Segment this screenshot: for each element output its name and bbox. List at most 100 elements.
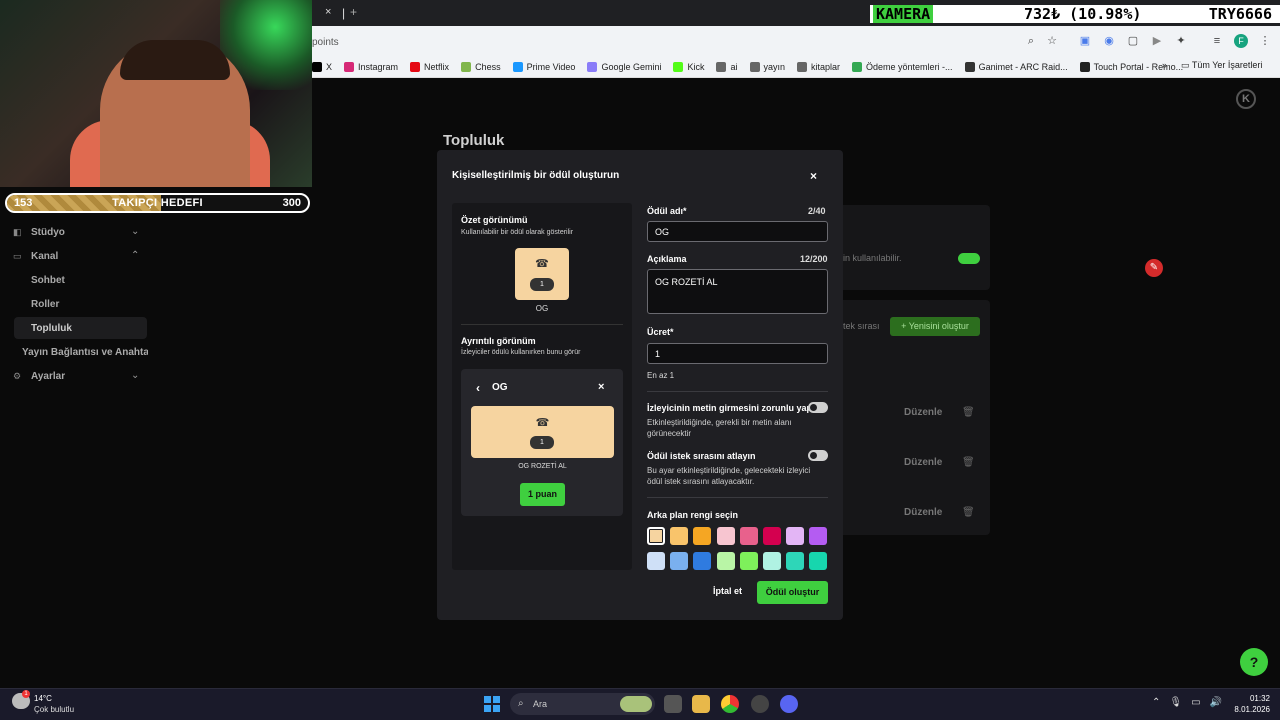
bookmark-item[interactable]: Instagram — [344, 61, 398, 72]
bookmark-item[interactable]: yayın — [749, 61, 785, 72]
bookmark-item[interactable]: Ödeme yöntemleri -... — [852, 61, 953, 72]
media-icon[interactable]: ≡ — [1210, 34, 1224, 48]
bookmark-item[interactable]: Ganimet - ARC Raid... — [964, 61, 1068, 72]
volume-icon[interactable]: 🔊 — [1210, 697, 1222, 708]
edit-button[interactable]: Düzenle — [904, 507, 942, 518]
translate-icon[interactable]: ▣ — [1078, 34, 1092, 48]
chevron-up-icon[interactable]: ⌃ — [131, 250, 139, 261]
help-chat-icon[interactable]: ? — [1240, 648, 1268, 676]
color-swatch[interactable] — [739, 527, 758, 545]
clock-time[interactable]: 01:32 — [1246, 694, 1270, 703]
trash-icon[interactable]: 🗑 — [962, 457, 975, 468]
bookmark-item[interactable]: Prime Video — [512, 61, 575, 72]
weather-temperature[interactable]: 14°C — [34, 694, 52, 703]
background-toggle[interactable] — [958, 253, 980, 264]
play-icon[interactable]: ▶ — [1150, 34, 1164, 48]
color-swatch[interactable] — [809, 552, 828, 570]
bookmark-item[interactable]: Google Gemini — [587, 61, 661, 72]
back-arrow-icon[interactable]: ‹ — [476, 381, 480, 395]
sidebar-item-community[interactable]: Topluluk — [31, 323, 72, 334]
chevron-down-icon[interactable]: ⌄ — [131, 370, 139, 381]
extensions-icon[interactable]: ✦ — [1174, 34, 1188, 48]
description-textarea[interactable]: OG ROZETİ AL — [647, 269, 828, 314]
windows-start-icon[interactable] — [484, 696, 500, 712]
bookmark-item[interactable]: ai — [716, 61, 738, 72]
bookmark-item[interactable]: Chess — [461, 61, 501, 72]
color-swatch[interactable] — [670, 527, 689, 545]
require-text-toggle[interactable] — [808, 402, 828, 413]
color-swatch[interactable] — [739, 552, 758, 570]
color-swatch[interactable] — [786, 552, 805, 570]
create-reward-button[interactable]: Ödül oluştur — [757, 581, 828, 604]
plus-icon: + — [901, 321, 909, 331]
color-swatch[interactable] — [763, 527, 781, 545]
sidebar-item-roles[interactable]: Roller — [31, 299, 59, 310]
chrome-icon[interactable] — [721, 695, 739, 713]
task-view-icon[interactable] — [664, 695, 682, 713]
color-swatch[interactable] — [693, 527, 712, 545]
require-text-label: İzleyicinin metin girmesini zorunlu yap — [647, 403, 813, 413]
trash-icon[interactable]: 🗑 — [962, 407, 975, 418]
close-icon[interactable]: × — [598, 381, 604, 393]
clock-date[interactable]: 8.01.2026 — [1232, 705, 1270, 714]
reward-name-input[interactable] — [647, 221, 828, 242]
bookmark-star-icon[interactable]: ☆ — [1045, 34, 1059, 48]
menu-icon[interactable]: ⋮ — [1258, 34, 1272, 48]
bookmark-item[interactable]: Kick — [673, 61, 704, 72]
address-text[interactable]: points — [312, 37, 339, 48]
sidebar-item-chat[interactable]: Sohbet — [31, 275, 65, 286]
color-picker-label: Arka plan rengi seçin — [647, 510, 739, 520]
gemini-icon — [587, 61, 598, 72]
color-swatch[interactable] — [647, 552, 665, 570]
cancel-button[interactable]: İptal et — [713, 586, 742, 596]
file-explorer-icon[interactable] — [692, 695, 710, 713]
edit-button[interactable]: Düzenle — [904, 457, 942, 468]
weather-description[interactable]: Çok bulutlu — [34, 705, 74, 714]
sidebar-item-studio[interactable]: Stüdyo — [31, 227, 65, 238]
cost-input[interactable] — [647, 343, 828, 364]
display-icon[interactable]: ▭ — [1191, 697, 1200, 708]
sidebar-item-channel[interactable]: Kanal — [31, 251, 58, 262]
channel-icon: ▭ — [13, 251, 22, 261]
bookmarks-more-button[interactable]: » — [1162, 60, 1167, 71]
create-new-button[interactable]: + Yenisini oluştur — [890, 317, 980, 336]
bookmark-item[interactable]: kitaplar — [797, 61, 840, 72]
tab-close-button[interactable]: × — [325, 6, 331, 18]
bookmark-item[interactable]: X — [312, 61, 332, 72]
description-count: 12/200 — [800, 254, 828, 264]
skip-queue-toggle[interactable] — [808, 450, 828, 461]
skip-queue-desc: Bu ayar etkinleştirildiğinde, gelecektek… — [647, 466, 811, 486]
studio-icon: ◧ — [13, 227, 22, 237]
discord-icon[interactable] — [780, 695, 798, 713]
close-icon[interactable]: × — [810, 169, 817, 183]
kick-logo-icon[interactable]: K — [1236, 89, 1256, 109]
search-highlight-image — [620, 696, 652, 712]
edit-button[interactable]: Düzenle — [904, 407, 942, 418]
color-swatch[interactable] — [693, 552, 712, 570]
chevron-down-icon[interactable]: ⌄ — [131, 226, 139, 237]
new-tab-button[interactable]: + — [350, 5, 357, 19]
detail-reward-description: OG ROZETİ AL — [518, 463, 567, 470]
obs-icon[interactable] — [751, 695, 769, 713]
extension-logo-icon[interactable]: ✎ — [1145, 259, 1163, 277]
color-swatch[interactable] — [716, 527, 735, 545]
microphone-icon[interactable]: 🎙 — [1169, 697, 1182, 708]
trash-icon[interactable]: 🗑 — [962, 507, 975, 518]
color-swatch[interactable] — [786, 527, 805, 545]
color-swatch[interactable] — [670, 552, 689, 570]
color-swatch[interactable] — [809, 527, 828, 545]
zoom-icon[interactable]: ⌕ — [1024, 34, 1038, 48]
color-swatch[interactable] — [716, 552, 735, 570]
sidebar-item-stream-key[interactable]: Yayın Bağlantısı ve Anahtarı — [22, 347, 148, 358]
color-swatch[interactable] — [647, 527, 665, 545]
bookmark-item[interactable]: Netflix — [410, 61, 449, 72]
screenshot-icon[interactable]: ▢ — [1126, 34, 1140, 48]
chevron-up-icon[interactable]: ⌃ — [1152, 697, 1160, 708]
all-bookmarks-button[interactable]: ▭ Tüm Yer İşaretleri — [1181, 60, 1262, 71]
profile-avatar[interactable]: F — [1234, 34, 1248, 48]
sidebar-item-settings[interactable]: Ayarlar — [31, 371, 65, 382]
color-swatch[interactable] — [763, 552, 781, 570]
redeem-cost-button[interactable]: 1 puan — [520, 483, 565, 506]
audio-icon[interactable]: ◉ — [1102, 34, 1116, 48]
summary-reward-name: OG — [535, 304, 549, 313]
